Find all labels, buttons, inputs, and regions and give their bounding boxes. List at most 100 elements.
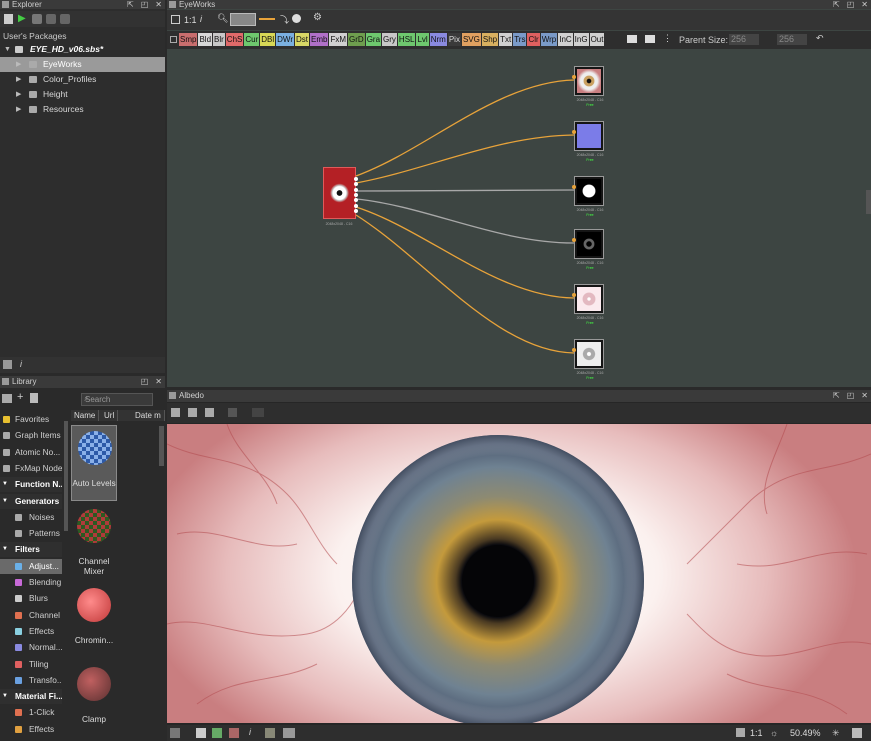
output-node-2[interactable]: 2048x2048 - C16 Free: [572, 121, 604, 162]
atomic-chip[interactable]: FxM: [329, 33, 348, 46]
layout-toggle-button[interactable]: [230, 13, 256, 26]
viewer-histogram-icon[interactable]: [265, 728, 275, 738]
library-category[interactable]: Channel: [0, 608, 62, 623]
library-category[interactable]: Noises: [0, 510, 62, 525]
viewer-tile-icon[interactable]: [196, 728, 206, 738]
atomic-chip[interactable]: DWr: [276, 33, 294, 46]
tree-view-icon[interactable]: [3, 360, 12, 369]
library-category[interactable]: Atomic No...: [0, 445, 62, 460]
viewer-lock-icon[interactable]: [852, 728, 862, 738]
play-icon[interactable]: ▶: [18, 13, 26, 24]
explorer-item[interactable]: ▶ Height: [0, 87, 165, 102]
library-category[interactable]: Effects: [0, 722, 62, 737]
category-arrow-icon[interactable]: ▼: [2, 542, 8, 557]
settings-icon[interactable]: [60, 14, 70, 24]
expand-arrow-icon[interactable]: ▶: [16, 102, 21, 117]
atomic-chip[interactable]: Trs: [513, 33, 527, 46]
frame-all-icon[interactable]: [171, 15, 180, 24]
viewer-compare-icon[interactable]: [283, 728, 295, 738]
viewer-save-icon[interactable]: [188, 408, 197, 417]
viewer-sun-icon[interactable]: ✳: [832, 728, 840, 739]
library-add-icon[interactable]: +: [17, 391, 23, 403]
library-tile[interactable]: Chromin...: [71, 583, 117, 659]
library-category[interactable]: Tiling: [0, 657, 62, 672]
publish-icon[interactable]: [32, 14, 42, 24]
library-category[interactable]: Blending: [0, 575, 62, 590]
library-column-2[interactable]: Date m: [135, 410, 165, 421]
export-icon[interactable]: [46, 14, 56, 24]
viewer-pin-icon[interactable]: ⇱: [833, 390, 840, 402]
library-category[interactable]: FxMap Node: [0, 461, 62, 476]
input-pin[interactable]: [572, 293, 576, 297]
output-pin[interactable]: [354, 203, 358, 208]
viewer-light-icon[interactable]: ☼: [770, 728, 778, 738]
viewer-mode-icon[interactable]: [170, 728, 180, 738]
library-close-icon[interactable]: ✕: [155, 376, 162, 388]
library-category[interactable]: 1-Click: [0, 705, 62, 720]
atomic-chip[interactable]: Bld: [198, 33, 213, 46]
pin-icon[interactable]: ⇱: [127, 0, 134, 9]
library-category[interactable]: Adjust...: [0, 558, 62, 574]
atomic-chip[interactable]: GrD: [348, 33, 365, 46]
library-category[interactable]: Normal...: [0, 640, 62, 655]
library-category[interactable]: ▼ Generators: [0, 493, 62, 509]
viewer-float-icon[interactable]: ◰: [847, 390, 855, 402]
library-doc-icon[interactable]: [30, 393, 38, 403]
library-category[interactable]: ▼ Material Fi...: [0, 689, 62, 705]
category-arrow-icon[interactable]: ▼: [2, 494, 8, 509]
library-category[interactable]: Blurs: [0, 591, 62, 606]
output-node-6[interactable]: 2048x2048 - C16 Free: [572, 339, 604, 380]
output-node-4[interactable]: 2048x2048 - C16 Free: [572, 229, 604, 270]
parent-size-field[interactable]: 256: [729, 34, 759, 45]
explorer-item[interactable]: ▶ Resources: [0, 102, 165, 117]
expand-arrow-icon[interactable]: ▶: [16, 57, 21, 72]
graph-info-icon[interactable]: i: [200, 14, 202, 24]
library-folder-icon[interactable]: [2, 394, 12, 403]
viewer-copy-icon[interactable]: [205, 408, 214, 417]
viewer-grid-icon[interactable]: [229, 728, 239, 738]
atomic-chip[interactable]: Dst: [295, 33, 309, 46]
input-pin[interactable]: [572, 185, 576, 189]
viewer-alpha-icon[interactable]: [212, 728, 222, 738]
atomic-chip[interactable]: Shp: [481, 33, 499, 46]
frame-icon[interactable]: [645, 35, 655, 43]
output-pin[interactable]: [354, 208, 358, 213]
viewer-channels-icon[interactable]: [171, 408, 180, 417]
library-column-0[interactable]: Name: [74, 410, 100, 421]
viewer-close-icon[interactable]: ✕: [861, 390, 868, 402]
library-tile[interactable]: Auto Levels: [71, 425, 117, 501]
zoom-ratio-button[interactable]: 1:1: [184, 15, 197, 25]
atomic-chip[interactable]: Clr: [527, 33, 540, 46]
atomic-chip[interactable]: Cur: [244, 33, 260, 46]
input-pin[interactable]: [572, 75, 576, 79]
info-icon[interactable]: i: [20, 359, 22, 369]
library-category[interactable]: ▼ Filters: [0, 542, 62, 558]
atomic-chip[interactable]: Nrm: [429, 33, 447, 46]
atomic-chip[interactable]: InG: [573, 33, 589, 46]
atomic-chip[interactable]: HSL: [397, 33, 416, 46]
viewer-info-icon[interactable]: i: [249, 727, 251, 737]
atomic-chip[interactable]: SVG: [461, 33, 481, 46]
explorer-item[interactable]: ▶ EyeWorks: [0, 57, 165, 72]
library-category[interactable]: Patterns: [0, 526, 62, 541]
input-pin[interactable]: [572, 130, 576, 134]
library-category[interactable]: Graph Items: [0, 428, 62, 443]
library-category[interactable]: Favorites: [0, 412, 62, 427]
library-category[interactable]: ▼ Function N...: [0, 477, 62, 493]
atomic-chip[interactable]: Gra: [365, 33, 382, 46]
expand-arrow-icon[interactable]: ▶: [16, 87, 21, 102]
collapse-arrow-icon[interactable]: ▼: [4, 42, 11, 57]
atomic-chip[interactable]: Emb: [310, 33, 329, 46]
atomic-chip[interactable]: ChS: [225, 33, 244, 46]
output-pin[interactable]: [354, 187, 358, 192]
viewer-zoom-ratio[interactable]: 1:1: [750, 728, 763, 738]
size-field[interactable]: 256: [777, 34, 807, 45]
close-icon[interactable]: ✕: [155, 0, 162, 9]
input-pin[interactable]: [572, 348, 576, 352]
atomic-chip[interactable]: Smp: [179, 33, 198, 46]
float-icon[interactable]: ◰: [141, 0, 149, 9]
albedo-image[interactable]: [167, 424, 871, 723]
atomic-chip[interactable]: Txt: [499, 33, 513, 46]
atomic-chip[interactable]: InC: [558, 33, 573, 46]
atomic-chip[interactable]: Pix: [447, 33, 461, 46]
